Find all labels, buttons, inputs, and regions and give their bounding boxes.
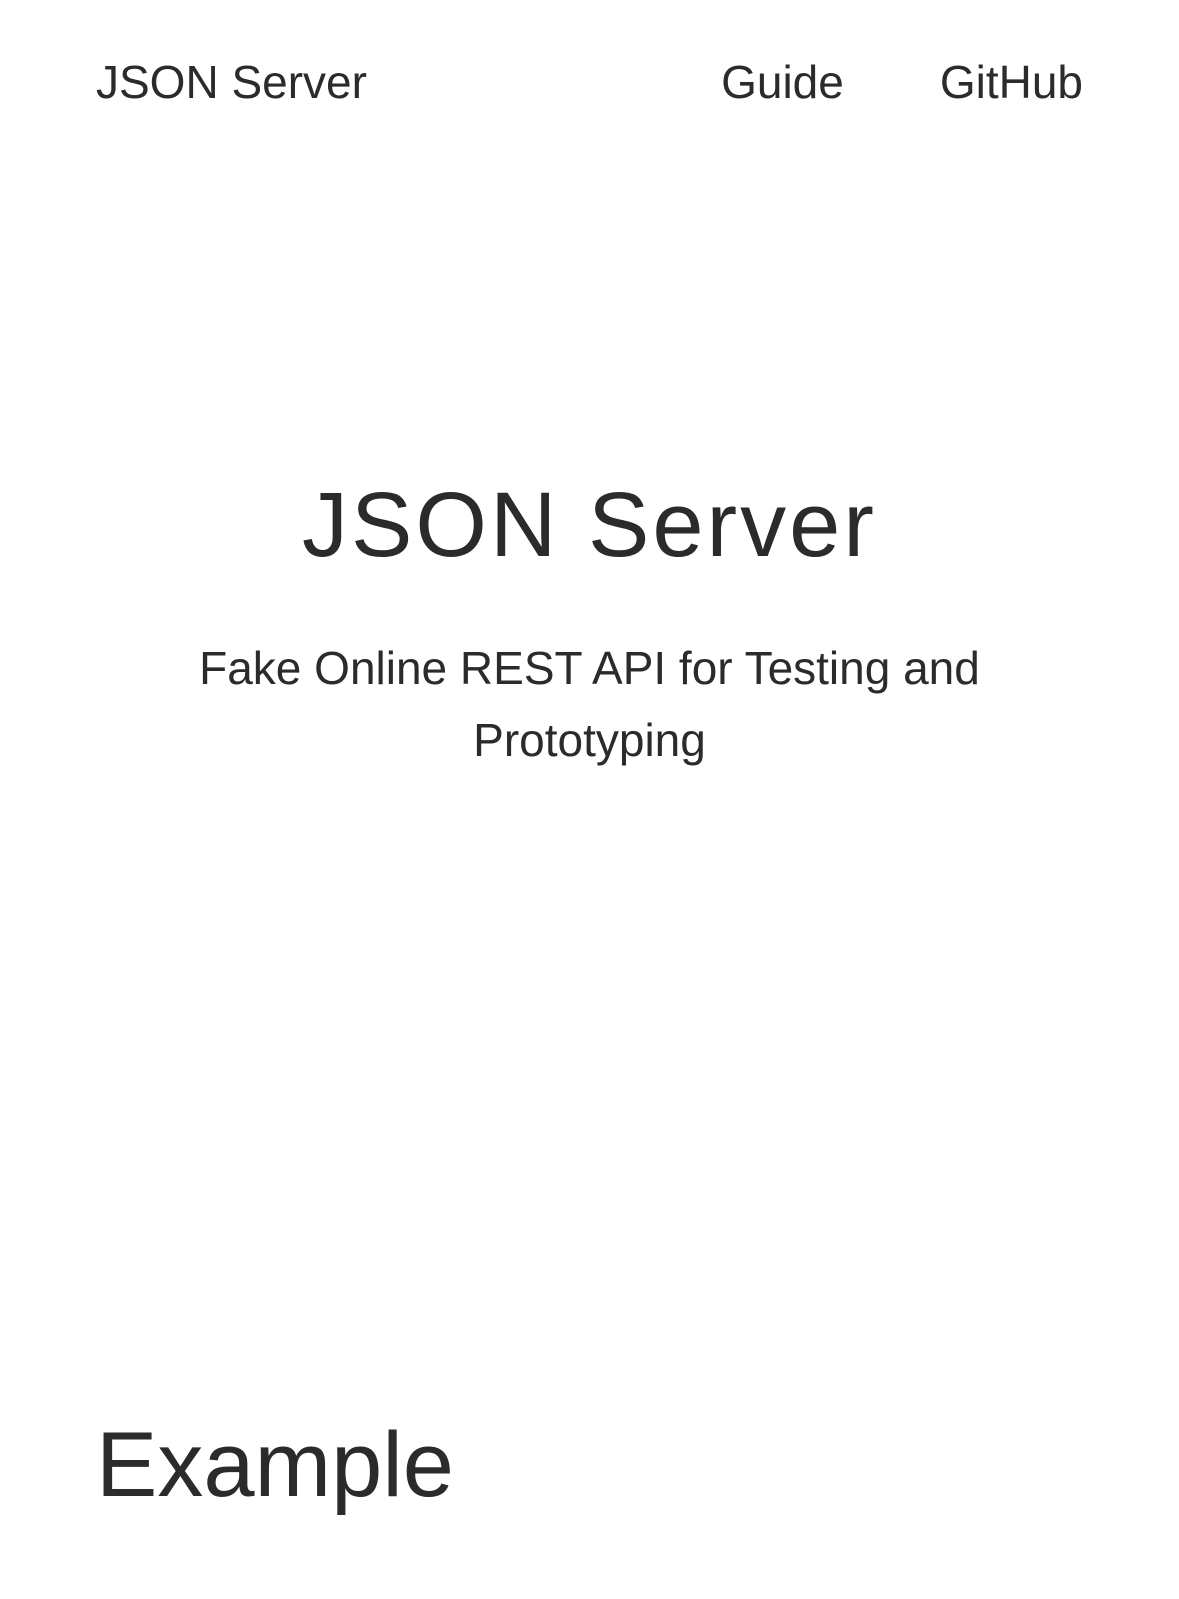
nav-link-github[interactable]: GitHub (940, 54, 1083, 110)
hero-title: JSON Server (302, 474, 877, 576)
example-heading: Example (96, 1414, 454, 1516)
hero-section: JSON Server Fake Online REST API for Tes… (0, 470, 1179, 776)
brand-link[interactable]: JSON Server (96, 54, 367, 110)
nav-link-guide[interactable]: Guide (721, 54, 844, 110)
top-navigation: JSON Server Guide GitHub (0, 0, 1179, 170)
nav-links: Guide GitHub (721, 54, 1083, 110)
hero-subtitle: Fake Online REST API for Testing and Pro… (199, 642, 980, 766)
